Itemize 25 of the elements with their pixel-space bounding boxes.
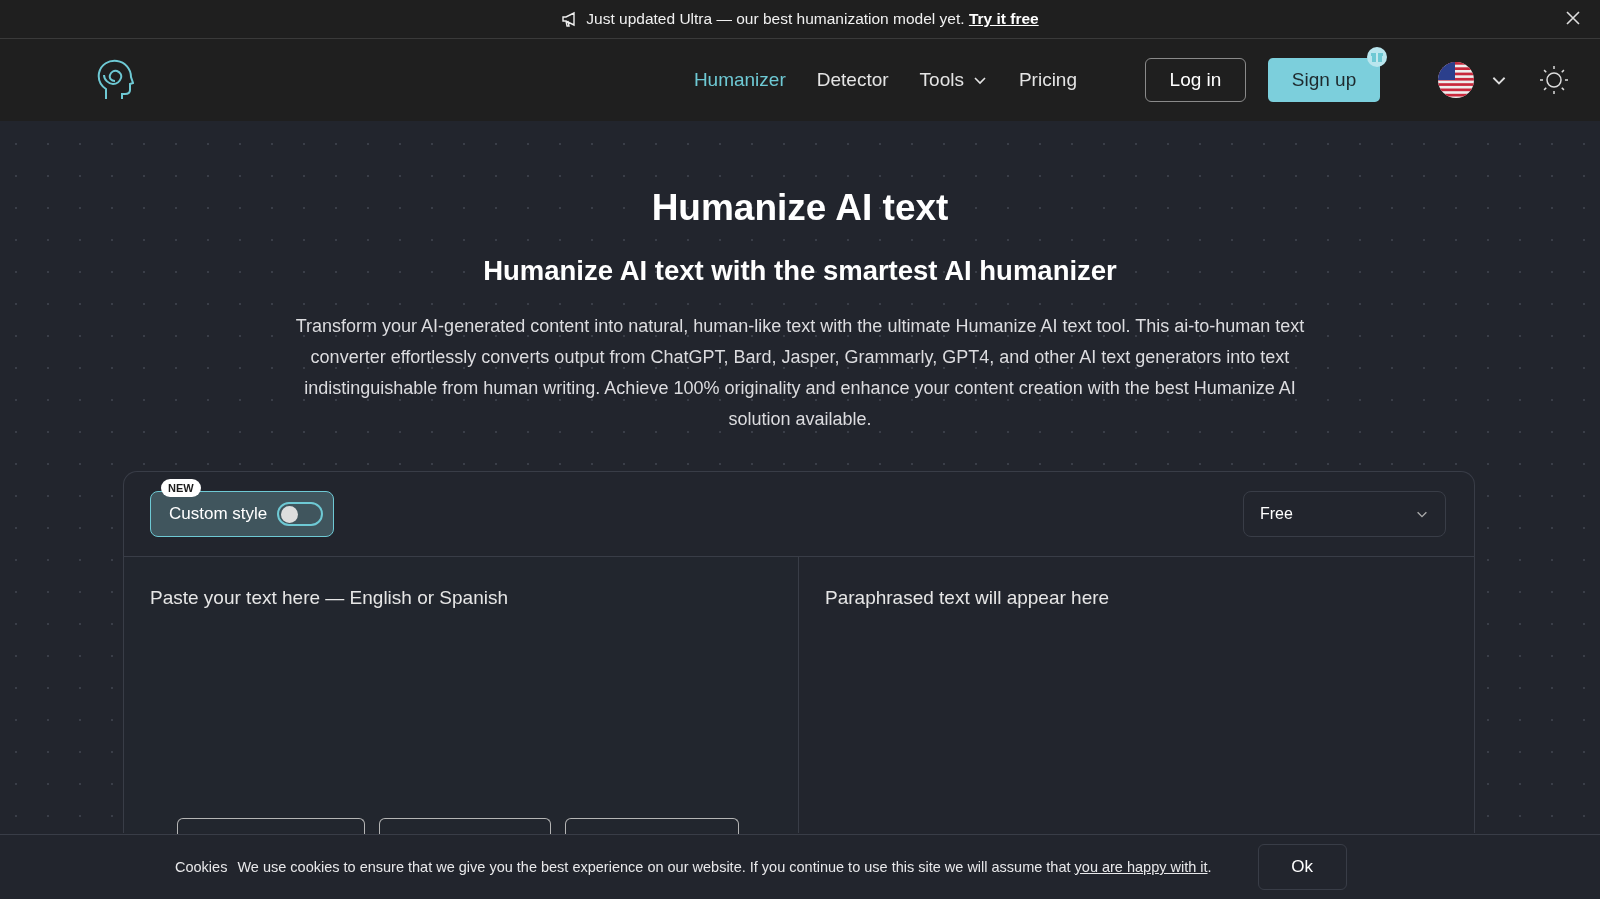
output-field: Paraphrased text will appear here <box>799 557 1474 833</box>
ok-button[interactable]: Ok <box>1257 844 1347 890</box>
new-badge: NEW <box>161 479 201 497</box>
us-flag-icon[interactable] <box>1438 62 1474 98</box>
cookie-link[interactable]: you are happy with it <box>1074 859 1208 875</box>
nav-link[interactable]: Detector <box>816 69 889 91</box>
announcement-text: Just updated Ultra — our best humanization model yet. Try it free <box>586 10 1039 28</box>
custom-style-toggle[interactable]: Custom style <box>150 491 335 537</box>
page-title: Humanize AI text <box>651 187 949 229</box>
try-link[interactable]: Try it free <box>968 10 1039 27</box>
login-button[interactable]: Log in <box>1145 58 1246 102</box>
sun-icon[interactable] <box>1538 64 1570 96</box>
cookie-label: Cookies <box>175 859 228 875</box>
nav-link[interactable]: Tools <box>919 69 988 91</box>
toggle-switch[interactable] <box>277 502 324 526</box>
nav-link[interactable]: Pricing <box>1018 69 1077 91</box>
cookie-text: We use cookies to ensure that we give you the best experience on our website. If you continue to use this site we will assume that you are happy with it. <box>237 859 1212 875</box>
input-field[interactable]: Paste your text here — English or Spanish <box>150 587 772 787</box>
signup-button[interactable]: Sign up <box>1268 58 1380 102</box>
close-icon[interactable] <box>1566 11 1580 25</box>
head-logo-icon[interactable] <box>96 59 134 101</box>
page-subtitle: Humanize AI text with the smartest AI humanizer <box>483 255 1117 287</box>
mode-dropdown[interactable]: Free <box>1243 491 1446 537</box>
description-text: Transform your AI-generated content into natural, human-like text with the ultimate Humanize AI text tool. This ai-to-human text converter effortlessly converts output from ChatGPT, Bard, Jasper, Grammarly, GPT4, and other AI text generators into text indistinguishable from human writing. Achieve 100% originality and enhance your content creation with the best Humanize AI solution available. <box>295 315 1305 431</box>
nav-link[interactable]: Humanizer <box>693 69 786 91</box>
